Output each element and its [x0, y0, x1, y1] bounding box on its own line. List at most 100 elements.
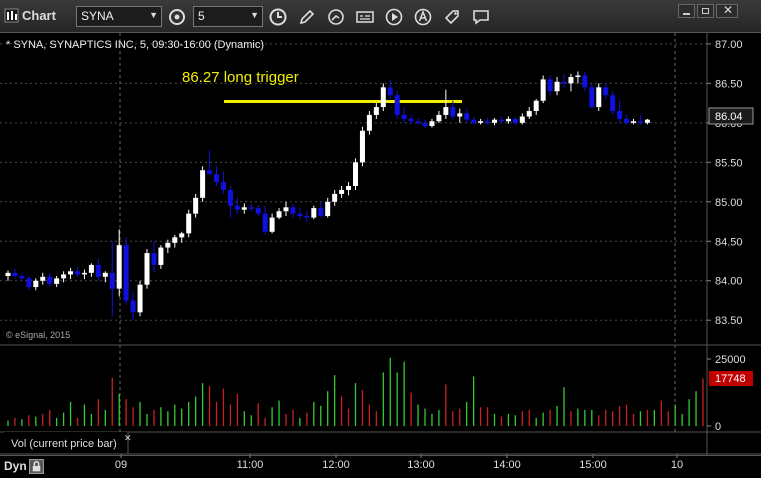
window-title: Chart [22, 8, 56, 23]
candle-body [220, 182, 226, 190]
candle-body [193, 197, 199, 214]
candle-body [88, 264, 94, 273]
candle-body [631, 121, 636, 123]
candle-body [505, 118, 511, 122]
candle-body [603, 87, 609, 96]
candle-body [283, 207, 289, 212]
candle-body [366, 114, 372, 131]
candle-body [137, 284, 143, 313]
toggle-fields-icon[interactable] [355, 7, 375, 27]
trigger-annotation: 86.27 long trigger [182, 69, 299, 86]
candle-body [26, 278, 32, 288]
volume-pane-close-icon[interactable]: ✕ [124, 433, 132, 443]
price-tick-label: 83.50 [715, 315, 743, 327]
alerts-icon[interactable] [413, 7, 433, 27]
candle-body [526, 111, 532, 117]
candle-body [325, 201, 331, 216]
candle-body [95, 264, 101, 277]
candle-body [359, 130, 365, 163]
candle-body [478, 121, 484, 123]
tag-icon[interactable] [442, 7, 462, 27]
candle-body [589, 87, 595, 108]
draw-pencil-icon[interactable] [297, 7, 317, 27]
candle-body [498, 119, 504, 122]
candle-body [492, 119, 497, 123]
candle-body [33, 280, 39, 288]
window-close-button[interactable]: ✕ [716, 3, 738, 18]
candle-body [269, 217, 275, 232]
symbol-value: SYNA [81, 9, 114, 23]
candle-body [179, 233, 185, 238]
candle-body [353, 162, 358, 186]
current-volume-label: 17748 [715, 373, 746, 385]
candle-body [394, 95, 400, 115]
bottom-toolbar: Dyn [0, 455, 761, 478]
candle-body [582, 75, 588, 88]
candle-body [450, 107, 456, 117]
candle-body [214, 174, 219, 183]
candle-body [116, 245, 122, 289]
candle-body [311, 208, 317, 218]
candle-body [186, 213, 192, 234]
candle-body [339, 189, 345, 194]
symbol-combobox[interactable]: SYNA ▼ [76, 6, 162, 27]
candle-body [533, 100, 539, 111]
chart-app-icon [4, 8, 19, 23]
price-tick-label: 85.00 [715, 197, 743, 209]
symbol-dropdown-arrow-icon[interactable]: ▼ [149, 10, 158, 20]
current-price-label: 86.04 [715, 111, 743, 123]
dyn-label[interactable]: Dyn [4, 459, 27, 473]
candle-body [172, 237, 178, 243]
replay-play-icon[interactable] [384, 7, 404, 27]
candle-body [332, 193, 338, 202]
candle-body [144, 253, 150, 285]
chart-header: * SYNA, SYNAPTICS INC, 5, 09:30-16:00 (D… [6, 39, 264, 51]
link-settings-icon[interactable] [167, 7, 187, 27]
window-minimize-button[interactable] [678, 4, 695, 18]
candle-body [408, 118, 414, 122]
candle-body [512, 118, 518, 123]
candle-body [387, 87, 393, 96]
candle-body [207, 170, 213, 175]
candle-body [54, 278, 60, 284]
chart-window-titlebar: Chart SYNA ▼ 5 ▼ ✕ [0, 0, 761, 33]
candle-body [123, 245, 129, 301]
candle-body [422, 122, 428, 126]
price-tick-label: 86.50 [715, 78, 743, 90]
candle-body [109, 272, 115, 289]
interval-value: 5 [198, 9, 205, 23]
candle-body [81, 272, 87, 275]
candle-body [47, 276, 53, 284]
candle-body [318, 208, 324, 216]
lock-icon[interactable] [29, 459, 44, 474]
price-volume-chart[interactable]: 87.0086.5086.0085.5085.0084.5084.0083.50… [0, 33, 761, 471]
volume-tick-label: 25000 [715, 354, 746, 366]
candle-body [637, 121, 643, 123]
close-icon: ✕ [723, 3, 734, 17]
candle-body [485, 121, 491, 123]
price-tick-label: 84.00 [715, 276, 743, 288]
chart-background [0, 33, 761, 455]
candle-body [644, 119, 650, 123]
window-maximize-button[interactable] [697, 4, 714, 18]
candle-body [158, 247, 164, 265]
volume-tick-label: 0 [715, 421, 721, 433]
price-tick-label: 84.50 [715, 236, 743, 248]
candle-body [415, 121, 421, 123]
candle-body [547, 79, 553, 92]
candle-body [429, 121, 435, 126]
candle-body [102, 272, 108, 277]
candle-body [276, 211, 282, 218]
esignal-copyright: © eSignal, 2015 [6, 330, 70, 340]
candle-body [457, 113, 463, 117]
interval-combobox[interactable]: 5 ▼ [193, 6, 263, 27]
time-template-clock-icon[interactable] [268, 7, 288, 27]
candle-body [151, 253, 157, 265]
candle-body [568, 77, 574, 84]
interval-dropdown-arrow-icon[interactable]: ▼ [250, 10, 259, 20]
candle-body [575, 75, 581, 78]
studies-gauge-icon[interactable] [326, 7, 346, 27]
chat-comment-icon[interactable] [471, 7, 491, 27]
candle-body [40, 276, 46, 281]
candle-body [248, 207, 254, 209]
